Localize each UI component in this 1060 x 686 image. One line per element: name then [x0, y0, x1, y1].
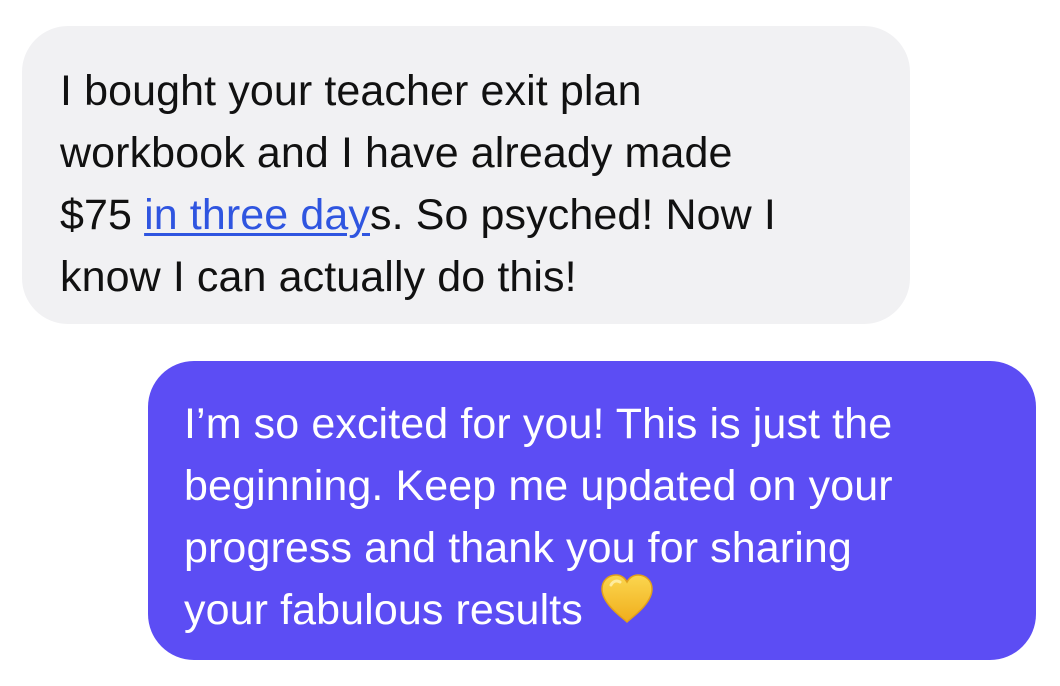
yellow-heart-icon — [599, 573, 655, 642]
outgoing-message-line: your fabulous results — [184, 574, 1008, 642]
incoming-message-line: know I can actually do this! — [60, 253, 577, 301]
message-text: your fabulous results — [184, 586, 583, 634]
outgoing-message-line: progress and thank you for sharing — [184, 524, 852, 572]
outgoing-message-bubble[interactable]: I’m so excited for you! This is just the… — [148, 361, 1036, 660]
message-text: s. So psyched! Now I — [370, 191, 776, 239]
outgoing-message-line: beginning. Keep me updated on your — [184, 462, 893, 510]
chat-screen: I bought your teacher exit plan workbook… — [0, 0, 1060, 686]
date-link[interactable]: in three day — [144, 191, 370, 239]
message-text: $75 — [60, 191, 145, 239]
incoming-message-line: workbook and I have already made — [60, 129, 733, 177]
incoming-message-bubble[interactable]: I bought your teacher exit plan workbook… — [22, 26, 910, 324]
outgoing-message-line: I’m so excited for you! This is just the — [184, 400, 893, 448]
incoming-message-line: I bought your teacher exit plan — [60, 67, 642, 115]
incoming-message-line: $75 in three days. So psyched! Now I — [60, 184, 880, 246]
